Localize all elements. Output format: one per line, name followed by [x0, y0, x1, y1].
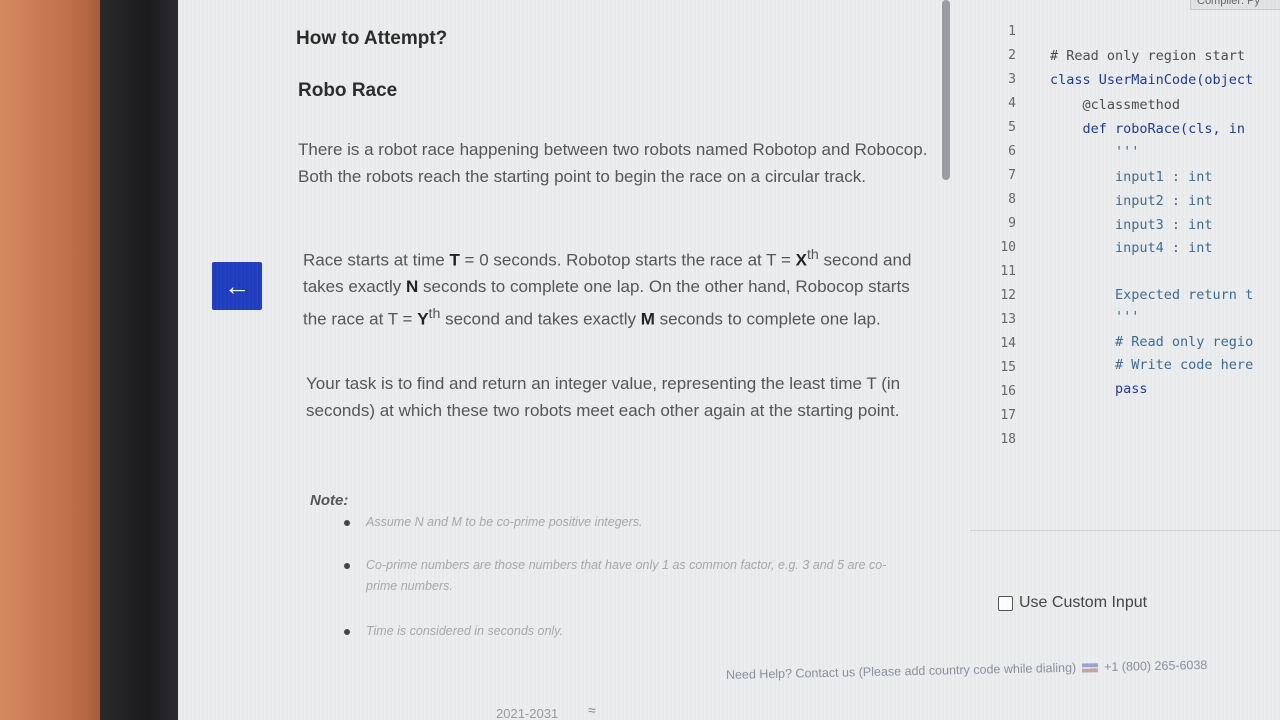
copyright-year: 2021-2031: [496, 706, 559, 720]
wifi-icon: ≈: [588, 702, 596, 718]
text-segment: seconds to complete one lap.: [654, 309, 881, 329]
line-number: 12: [1000, 288, 1016, 303]
line-number: 2: [1008, 48, 1016, 63]
line-number: 14: [1000, 336, 1016, 351]
line-number: 3: [1008, 72, 1016, 87]
note-list: Assume N and M to be co-prime positive i…: [338, 508, 898, 642]
problem-title: Robo Race: [298, 80, 398, 101]
code-line: ''': [1050, 309, 1140, 325]
code-line: Expected return t: [1050, 287, 1254, 303]
editor-divider: [970, 530, 1280, 531]
note-item: Co-prime numbers are those numbers that …: [338, 555, 898, 597]
var-n: N: [406, 277, 419, 297]
code-editor[interactable]: Compiler: Py 1 2 3 4 5 6 7 8 9 10 11 12 …: [970, 0, 1280, 700]
line-number: 8: [1008, 192, 1016, 207]
var-x: X: [795, 250, 807, 270]
problem-panel: How to Attempt? Robo Race There is a rob…: [178, 0, 950, 700]
var-t: T: [449, 250, 460, 270]
code-line: input1 : int: [1050, 169, 1213, 185]
line-number-gutter: 1 2 3 4 5 6 7 8 9 10 11 12 13 14 15 16 1…: [970, 0, 1024, 460]
note-item: Time is considered in seconds only.: [338, 621, 898, 642]
use-custom-input-toggle[interactable]: Use Custom Input: [998, 594, 1147, 612]
line-number: 17: [1000, 408, 1016, 423]
custom-input-label: Use Custom Input: [1019, 594, 1148, 611]
line-number: 16: [1000, 384, 1016, 399]
line-number: 7: [1008, 168, 1016, 183]
code-line: @classmethod: [1050, 97, 1181, 113]
line-number: 4: [1008, 96, 1016, 111]
superscript-th: th: [428, 305, 441, 322]
problem-paragraph-task: Your task is to find and return an integ…: [306, 374, 901, 420]
code-line: pass: [1050, 381, 1148, 397]
code-line: # Read only region start: [1050, 48, 1246, 64]
line-number: 13: [1000, 312, 1016, 327]
code-line: def roboRace(cls, in: [1050, 121, 1246, 137]
problem-scrollbar[interactable]: [942, 0, 950, 180]
superscript-th: th: [806, 247, 819, 263]
code-line: input3 : int: [1050, 217, 1213, 233]
line-number: 18: [1000, 432, 1016, 447]
var-m: M: [640, 309, 655, 329]
custom-input-checkbox[interactable]: [998, 595, 1013, 611]
footer: 2021-2031 ≈ Need Help? Contact us (Pleas…: [178, 658, 1280, 720]
monitor-bezel: [100, 0, 180, 720]
note-label: Note:: [310, 492, 349, 509]
problem-paragraph-rules: Race starts at time T = 0 seconds. Robot…: [303, 242, 933, 333]
line-number: 11: [1000, 264, 1016, 279]
compiler-select[interactable]: Compiler: Py: [1190, 0, 1280, 10]
code-line: # Write code here: [1050, 357, 1254, 373]
arrow-left-icon: ←: [224, 270, 250, 301]
note-item: Assume N and M to be co-prime positive i…: [338, 512, 898, 533]
how-to-attempt-heading: How to Attempt?: [296, 28, 448, 49]
code-line: input2 : int: [1050, 193, 1213, 209]
line-number: 1: [1008, 24, 1016, 39]
us-flag-icon: [1082, 663, 1099, 673]
back-button[interactable]: ←: [212, 262, 262, 310]
line-number: 9: [1008, 216, 1016, 231]
code-line: ''': [1050, 144, 1140, 160]
line-number: 5: [1008, 120, 1016, 135]
line-number: 6: [1008, 144, 1016, 159]
text-segment: second and takes exactly: [440, 309, 641, 329]
text-segment: = 0 seconds. Robotop starts the race at …: [459, 250, 796, 270]
problem-paragraph-intro: There is a robot race happening between …: [298, 140, 928, 186]
phone-number[interactable]: +1 (800) 265-6038: [1104, 658, 1207, 674]
line-number: 15: [1000, 360, 1016, 375]
code-line: # Read only regio: [1050, 334, 1254, 350]
screen: How to Attempt? Robo Race There is a rob…: [178, 0, 1280, 720]
code-line: class UserMainCode(object: [1050, 72, 1254, 88]
code-line: input4 : int: [1050, 240, 1213, 256]
var-y: Y: [417, 309, 429, 329]
line-number: 10: [1000, 240, 1016, 255]
wall-background: [0, 0, 100, 720]
text-segment: Race starts at time: [303, 250, 450, 270]
